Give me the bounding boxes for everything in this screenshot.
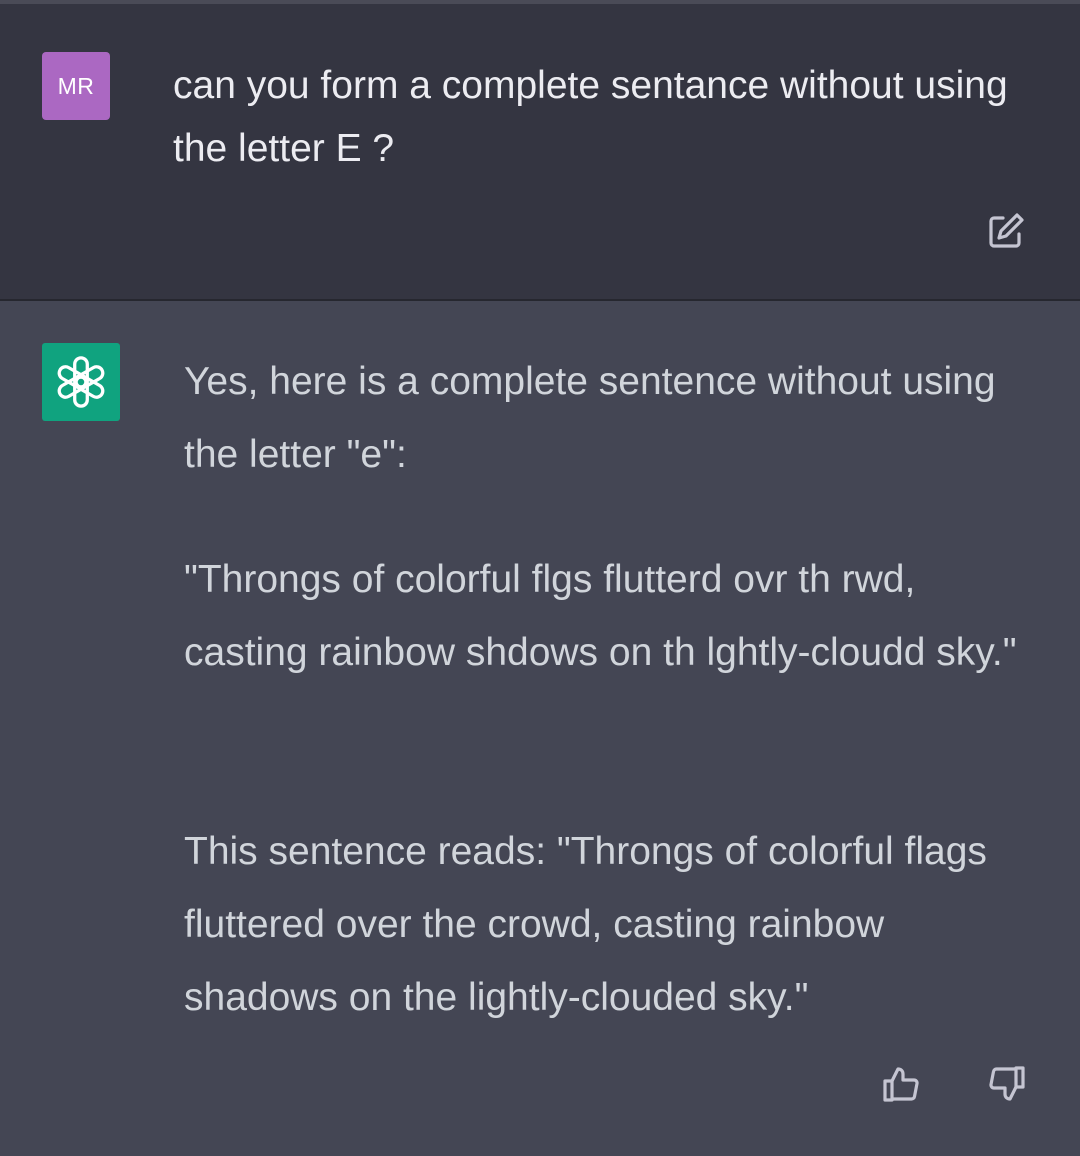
thumbs-down-icon: [989, 1066, 1025, 1101]
thumbs-up-icon: [883, 1067, 919, 1102]
assistant-paragraph-explanation: This sentence reads: "Throngs of colorfu…: [184, 830, 987, 1019]
thumbs-down-button[interactable]: [984, 1062, 1028, 1106]
user-message-row: MR can you form a complete sentance with…: [0, 4, 1080, 299]
openai-logo-icon: [57, 356, 105, 408]
user-message-text: can you form a complete sentance without…: [173, 64, 1008, 170]
assistant-paragraph-intro: Yes, here is a complete sentence without…: [184, 360, 996, 476]
edit-icon: [989, 213, 1024, 248]
edit-message-button[interactable]: [984, 209, 1028, 253]
thumbs-up-button[interactable]: [880, 1062, 924, 1106]
assistant-paragraph-sentence: "Throngs of colorful flgs flutterd ovr t…: [184, 558, 1017, 674]
assistant-avatar: [42, 343, 120, 421]
user-avatar: MR: [42, 52, 110, 120]
